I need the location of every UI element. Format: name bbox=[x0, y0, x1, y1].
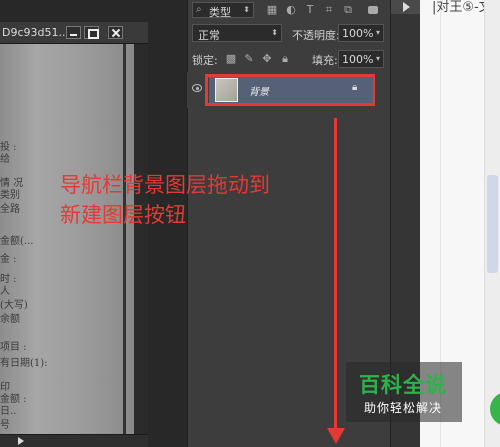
document-line: 金额(... bbox=[0, 236, 34, 247]
minimize-icon[interactable] bbox=[66, 26, 81, 39]
browser-text-fragment: |对王⑤-文 bbox=[432, 0, 492, 15]
document-titlebar[interactable]: D9c93d51... bbox=[0, 22, 148, 44]
scanned-receipt-image: 投 : 给 情 况 类别 全路 金额(... 金 : 时 : 人 (大写) 余额… bbox=[0, 44, 134, 434]
filter-toggle-icon[interactable] bbox=[368, 6, 378, 14]
fill-input[interactable]: 100% ▾ bbox=[338, 50, 384, 68]
lock-position-icon[interactable]: ✥ bbox=[261, 53, 273, 65]
document-line: 给 bbox=[0, 154, 10, 165]
document-line: 余额 bbox=[0, 314, 20, 325]
shape-layer-filter-icon[interactable]: ⌗ bbox=[323, 4, 335, 16]
document-line: 号 bbox=[0, 420, 10, 431]
layer-lock-icon[interactable]: 🔒︎ bbox=[352, 82, 357, 93]
document-line: (大写) bbox=[0, 300, 28, 311]
document-title: D9c93d51... bbox=[2, 26, 69, 39]
search-icon: ⌕ bbox=[196, 4, 202, 15]
adjustment-layer-filter-icon[interactable]: ◐ bbox=[285, 4, 297, 16]
chevron-down-icon: ▾ bbox=[375, 28, 380, 37]
opacity-value: 100% bbox=[342, 27, 374, 40]
layer-thumbnail[interactable] bbox=[215, 78, 238, 102]
document-line: 项目 : bbox=[0, 342, 27, 353]
blend-mode-select[interactable]: 正常 ⬍ bbox=[192, 24, 282, 42]
document-line: 人 bbox=[0, 286, 10, 297]
type-layer-filter-icon[interactable]: T bbox=[304, 4, 316, 16]
smart-object-filter-icon[interactable]: ⧉ bbox=[342, 4, 354, 16]
lock-image-pixels-icon[interactable]: ✎ bbox=[243, 53, 255, 65]
document-line: 类别 bbox=[0, 190, 20, 201]
browser-scroll-thumb[interactable] bbox=[487, 175, 498, 273]
document-line: 有日期(1): bbox=[0, 358, 48, 369]
chevron-down-icon: ⬍ bbox=[271, 28, 278, 37]
filter-select-label: 类型 bbox=[209, 6, 231, 19]
watermark-subtitle: 助你轻松解决 bbox=[363, 401, 442, 415]
blend-mode-value: 正常 bbox=[198, 29, 220, 42]
document-line: 日.. bbox=[0, 406, 17, 417]
play-icon[interactable] bbox=[403, 2, 410, 12]
instruction-annotation: 导航栏背景图层拖动到 新建图层按钮 bbox=[60, 170, 310, 230]
chevron-down-icon: ▾ bbox=[375, 54, 380, 63]
document-line: 金 : bbox=[0, 254, 17, 265]
document-horizontal-scrollbar[interactable] bbox=[0, 434, 148, 447]
visibility-eye-icon[interactable] bbox=[192, 84, 202, 92]
fill-value: 100% bbox=[342, 53, 374, 66]
opacity-input[interactable]: 100% ▾ bbox=[338, 24, 384, 42]
lock-transparent-pixels-icon[interactable]: ▩ bbox=[225, 53, 237, 65]
close-icon[interactable] bbox=[108, 26, 123, 39]
annotation-line-2: 新建图层按钮 bbox=[60, 203, 186, 227]
document-canvas[interactable]: 投 : 给 情 况 类别 全路 金额(... 金 : 时 : 人 (大写) 余额… bbox=[0, 44, 134, 434]
drag-arrow-shaft bbox=[334, 118, 337, 430]
layer-name[interactable]: 背景 bbox=[249, 83, 269, 98]
document-line: 全路 bbox=[0, 204, 20, 215]
maximize-icon[interactable] bbox=[84, 26, 99, 39]
document-vertical-scrollbar[interactable] bbox=[134, 44, 148, 434]
lock-label: 锁定: bbox=[192, 54, 218, 67]
lock-all-icon[interactable]: 🔒︎ bbox=[279, 53, 291, 65]
drag-arrow-head bbox=[327, 428, 345, 444]
chevron-down-icon: ⬍ bbox=[243, 5, 250, 14]
fill-label: 填充: bbox=[312, 54, 338, 67]
document-window: D9c93d51... 投 : 给 情 况 类别 全路 金额(... 金 : 时… bbox=[0, 22, 148, 447]
play-icon[interactable] bbox=[18, 437, 24, 445]
annotation-line-1: 导航栏背景图层拖动到 bbox=[60, 173, 270, 197]
watermark-title: 百科全说 bbox=[359, 373, 447, 397]
opacity-label: 不透明度: bbox=[292, 29, 340, 42]
pixel-layer-filter-icon[interactable]: ▦ bbox=[266, 4, 278, 16]
layer-filter-select[interactable]: ⌕ 类型 ⬍ bbox=[192, 2, 254, 19]
